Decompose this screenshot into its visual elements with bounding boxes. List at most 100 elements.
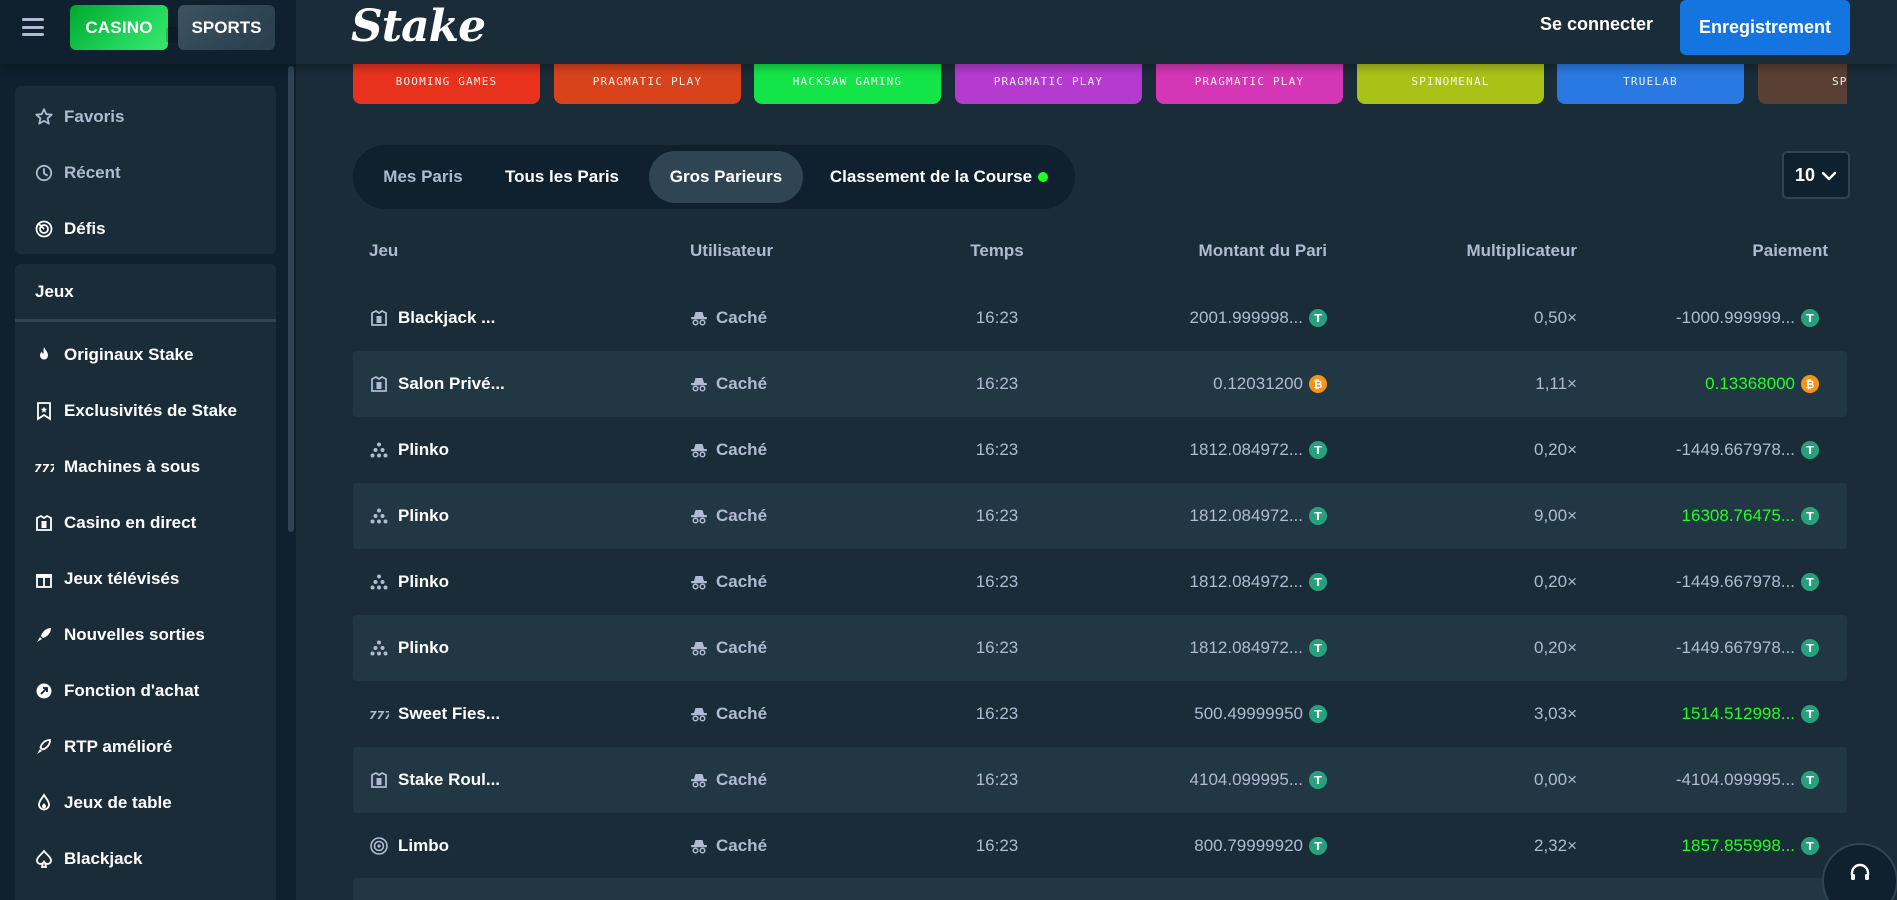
table-row[interactable]: Limbo Caché 16:23 800.79999920 T 2,32× 1857.85… bbox=[353, 813, 1847, 879]
table-row[interactable]: Plinko Caché 16:23 1812.084972... T 0,20× -144… bbox=[353, 615, 1847, 681]
casino-tab-label: CASINO bbox=[85, 17, 153, 37]
plinko-icon bbox=[369, 506, 389, 526]
table-row[interactable]: 777 Sweet Fies... Caché 16:23 500.49999950 T 3… bbox=[353, 681, 1847, 747]
sidebar-item-label: Casino en direct bbox=[64, 513, 197, 532]
cell-user: Caché bbox=[690, 681, 767, 747]
sidebar-item-label: Récent bbox=[64, 163, 121, 182]
cell-game[interactable]: Plinko bbox=[369, 417, 449, 483]
cell-amount: 0.12031200 ₿ bbox=[1213, 351, 1327, 417]
tab-label: Tous les Paris bbox=[504, 167, 619, 186]
sidebar-scrollbar[interactable] bbox=[288, 66, 294, 532]
cell-payout: -1449.667978... T bbox=[1676, 615, 1819, 681]
hidden-user-icon bbox=[690, 639, 708, 657]
sidebar-games-card: Originaux Stake Exclusivités de Stake 77… bbox=[15, 322, 276, 900]
table-row[interactable]: Stake Roul... Caché 16:23 4104.099995... T 0,… bbox=[353, 747, 1847, 813]
provider-name: SPINO bbox=[1831, 75, 1847, 88]
payout-value: 1857.855998... bbox=[1681, 836, 1795, 855]
table-row[interactable]: Plinko Caché 16:23 1812.084972... T 0,20× -144… bbox=[353, 417, 1847, 483]
provider-name: PRAGMATIC PLAY bbox=[1194, 75, 1305, 88]
sidebar-item-favoris[interactable]: Favoris bbox=[15, 92, 276, 142]
cell-payout: 16308.76475... T bbox=[1682, 483, 1819, 549]
sidebar-item-blackjack[interactable]: Blackjack bbox=[15, 834, 276, 884]
table-row[interactable]: Salon Privé... Caché 16:23 0.12031200 ₿ 1,11×… bbox=[353, 351, 1847, 417]
provider-card[interactable]: TRUELAB bbox=[1557, 64, 1744, 104]
sidebar-item-exclusivites[interactable]: Exclusivités de Stake bbox=[15, 386, 276, 436]
cell-user: Caché bbox=[690, 351, 767, 417]
tab-classement-course[interactable]: Classement de la Course bbox=[811, 151, 1067, 203]
provider-name: HACKSAW GAMING bbox=[792, 75, 903, 88]
cell-game[interactable]: Plinko bbox=[369, 549, 449, 615]
cell-game[interactable]: Stake Roul... bbox=[369, 747, 500, 813]
provider-card[interactable]: PRAGMATIC PLAY bbox=[554, 64, 741, 104]
sidebar-item-originaux[interactable]: Originaux Stake bbox=[15, 330, 276, 380]
tab-tous-les-paris[interactable]: Tous les Paris bbox=[487, 151, 637, 203]
sidebar-item-casino-direct[interactable]: Casino en direct bbox=[15, 498, 276, 548]
hidden-user-icon bbox=[690, 705, 708, 723]
tab-gros-parieurs[interactable]: Gros Parieurs bbox=[649, 151, 803, 203]
cell-game[interactable]: 777 Sweet Fies... bbox=[369, 681, 500, 747]
sidebar-item-recent[interactable]: Récent bbox=[15, 148, 276, 198]
provider-name: PRAGMATIC PLAY bbox=[592, 75, 703, 88]
game-name: Limbo bbox=[398, 836, 449, 855]
cell-time: 16:23 bbox=[975, 572, 1019, 591]
rocket-icon bbox=[34, 625, 54, 645]
table-row[interactable]: Plinko Caché 16:23 1812.084972... T 9,00× 1630… bbox=[353, 483, 1847, 549]
provider-card[interactable]: PRAGMATIC PLAY bbox=[1156, 64, 1343, 104]
bets-tabs: Mes Paris Tous les Paris Gros Parieurs C… bbox=[353, 145, 1075, 209]
provider-card[interactable]: BOOMING GAMES bbox=[353, 64, 540, 104]
sidebar-section-jeux[interactable]: Jeux bbox=[15, 264, 276, 322]
sidebar-item-nouvelles-sorties[interactable]: Nouvelles sorties bbox=[15, 610, 276, 660]
cell-amount: 800.79999920 T bbox=[1194, 813, 1327, 879]
cell-game[interactable]: Plinko bbox=[369, 483, 449, 549]
menu-icon[interactable] bbox=[22, 16, 44, 38]
buy-feature-icon bbox=[34, 681, 54, 701]
header-multiplier: Multiplicateur bbox=[1466, 241, 1577, 260]
cell-multiplier: 1,11× bbox=[1535, 374, 1577, 393]
btc-coin-icon: ₿ bbox=[1801, 375, 1819, 393]
provider-card[interactable]: SPINO bbox=[1758, 64, 1847, 104]
sidebar-item-jeux-table[interactable]: Jeux de table bbox=[15, 778, 276, 828]
table-row[interactable]: Plinko Caché 16:23 1812.084972... T 0,20× -144… bbox=[353, 549, 1847, 615]
provider-card[interactable]: HACKSAW GAMING bbox=[754, 64, 941, 104]
casino-tab[interactable]: CASINO bbox=[70, 5, 182, 50]
cell-game[interactable]: Salon Privé... bbox=[369, 351, 505, 417]
headset-icon bbox=[1850, 863, 1870, 880]
cell-multiplier: 9,00× bbox=[1533, 506, 1577, 525]
table-row[interactable]: Blackjack ... Caché 16:23 2001.999998... T 0,… bbox=[353, 285, 1847, 351]
sidebar-item-machines[interactable]: 777 Machines à sous bbox=[15, 442, 276, 492]
usdt-coin-icon: T bbox=[1309, 837, 1327, 855]
cell-payout: 0.13368000 ₿ bbox=[1705, 351, 1819, 417]
sports-tab[interactable]: SPORTS bbox=[178, 5, 275, 50]
provider-card[interactable]: PRAGMATIC PLAY bbox=[955, 64, 1142, 104]
cell-payout: -1000.999999... T bbox=[1676, 285, 1819, 351]
sports-tab-label: SPORTS bbox=[191, 17, 262, 37]
sidebar-item-fonction-achat[interactable]: Fonction d'achat bbox=[15, 666, 276, 716]
cell-game[interactable]: Blackjack ... bbox=[369, 285, 495, 351]
cell-user: Caché bbox=[690, 615, 767, 681]
flame-drop-icon bbox=[34, 793, 54, 813]
login-link[interactable]: Se connecter bbox=[1540, 14, 1653, 40]
register-button[interactable]: Enregistrement bbox=[1680, 0, 1850, 55]
cell-game[interactable]: Plinko bbox=[369, 615, 449, 681]
sidebar-item-jeux-televises[interactable]: Jeux télévisés bbox=[15, 554, 276, 604]
user-name: Caché bbox=[716, 440, 768, 459]
tab-mes-paris[interactable]: Mes Paris bbox=[359, 151, 487, 203]
provider-card[interactable]: SPINOMENAL bbox=[1357, 64, 1544, 104]
cell-user: Caché bbox=[690, 483, 767, 549]
sidebar-item-defis[interactable]: Défis bbox=[15, 204, 276, 254]
user-name: Caché bbox=[716, 374, 768, 393]
sidebar-item-label: Jeux télévisés bbox=[64, 569, 180, 588]
sidebar-item-label: Favoris bbox=[64, 107, 125, 126]
header-payout: Paiement bbox=[1752, 241, 1828, 260]
sidebar-item-rtp[interactable]: RTP amélioré bbox=[15, 722, 276, 772]
hidden-user-icon bbox=[690, 309, 708, 327]
sidebar-item-label: RTP amélioré bbox=[64, 737, 173, 756]
cell-game[interactable]: Limbo bbox=[369, 813, 449, 879]
top-bar-left: CASINO SPORTS bbox=[0, 0, 296, 64]
live-indicator bbox=[1038, 172, 1049, 182]
header-user: Utilisateur bbox=[690, 241, 774, 260]
rows-count-select[interactable]: 10 bbox=[1782, 151, 1850, 199]
stake-logo[interactable]: Stake bbox=[351, 2, 486, 52]
table-header: Jeu Utilisateur Temps Montant du Pari Mu… bbox=[353, 227, 1847, 275]
game-name: Plinko bbox=[398, 506, 450, 525]
